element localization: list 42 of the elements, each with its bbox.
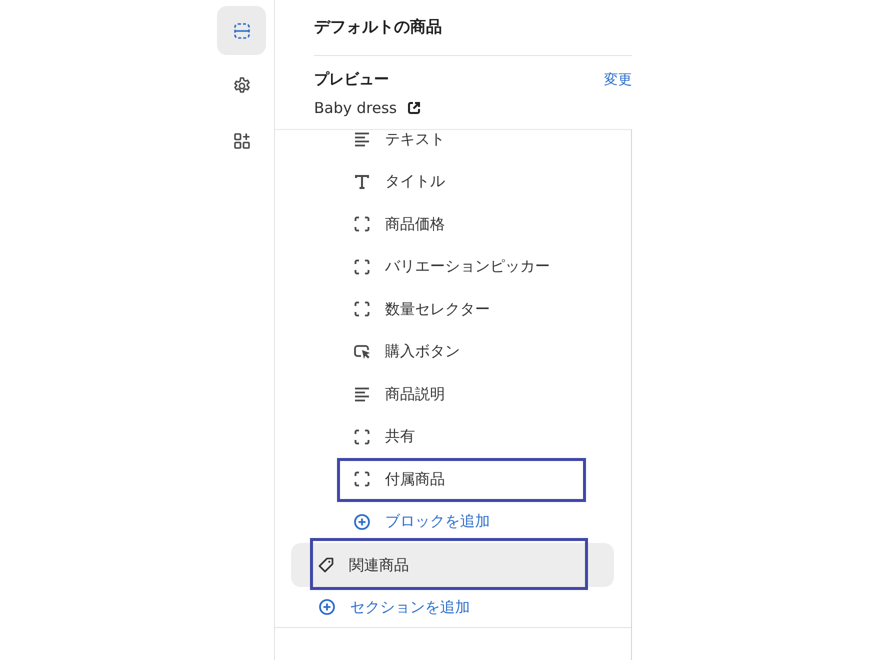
block-label: 付属商品	[385, 470, 445, 489]
sections-icon	[232, 20, 252, 40]
block-item[interactable]: 商品価格	[275, 203, 631, 246]
sections-button[interactable]	[217, 6, 266, 55]
block-label: 商品価格	[385, 214, 445, 234]
settings-icon	[232, 76, 252, 96]
add-block-link[interactable]: ブロックを追加	[275, 500, 631, 543]
add-icon	[353, 512, 371, 531]
block-item[interactable]: 付属商品	[275, 458, 631, 500]
block-label: 購入ボタン	[385, 342, 460, 362]
block-item[interactable]: 共有	[275, 416, 631, 458]
preview-label: プレビュー	[314, 70, 389, 89]
section-label: 関連商品	[349, 556, 409, 574]
block-label: 商品説明	[385, 384, 445, 404]
block-icon	[353, 470, 371, 488]
block-item[interactable]: 数量セレクター	[275, 288, 631, 330]
apps-icon	[232, 130, 252, 150]
title-icon	[353, 172, 371, 191]
text-lines-icon	[353, 385, 371, 404]
change-link[interactable]: 変更	[604, 70, 632, 88]
block-label: 共有	[385, 427, 415, 446]
text-lines-icon	[353, 130, 371, 148]
block-label: 数量セレクター	[385, 300, 490, 319]
block-item[interactable]: 購入ボタン	[275, 330, 631, 373]
block-icon	[353, 258, 371, 276]
block-item[interactable]: タイトル	[275, 160, 631, 203]
add-icon	[318, 598, 336, 616]
tag-icon	[317, 556, 335, 574]
add-section-link[interactable]: セクションを追加	[275, 587, 631, 628]
external-link-icon[interactable]	[406, 101, 421, 115]
cursor-button-icon	[353, 342, 371, 361]
panel-title: デフォルトの商品	[314, 17, 442, 38]
block-label: テキスト	[385, 130, 445, 149]
block-item[interactable]: バリエーションピッカー	[275, 246, 631, 288]
block-label: バリエーションピッカー	[385, 257, 550, 276]
product-name: Baby dress	[314, 99, 397, 117]
block-item[interactable]: 商品説明	[275, 373, 631, 416]
block-icon	[353, 300, 371, 318]
block-item[interactable]: テキスト	[275, 118, 631, 160]
block-label: タイトル	[385, 172, 445, 192]
block-icon	[353, 215, 371, 234]
block-icon	[353, 428, 371, 446]
